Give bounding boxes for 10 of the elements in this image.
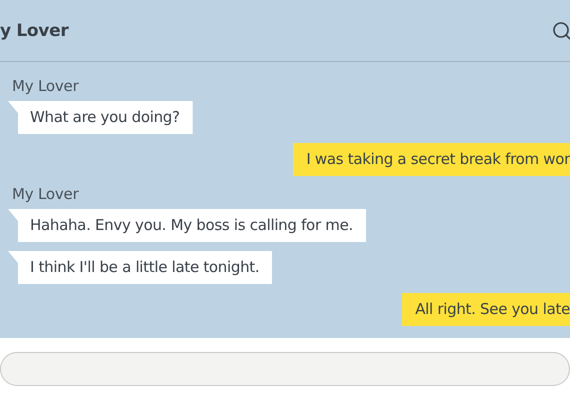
incoming-message: Hahaha. Envy you. My boss is calling for me.: [8, 209, 366, 242]
outgoing-message: All right. See you late: [402, 293, 570, 326]
incoming-message: I think I'll be a little late tonight.: [8, 251, 272, 284]
message-input[interactable]: [0, 352, 570, 386]
outgoing-message: I was taking a secret break from wor: [293, 143, 570, 176]
sender-name: My Lover: [12, 77, 80, 95]
search-icon[interactable]: [552, 20, 570, 40]
incoming-message: What are you doing?: [8, 101, 193, 134]
chat-title: y Lover: [0, 20, 68, 40]
sender-name: My Lover: [12, 185, 80, 203]
